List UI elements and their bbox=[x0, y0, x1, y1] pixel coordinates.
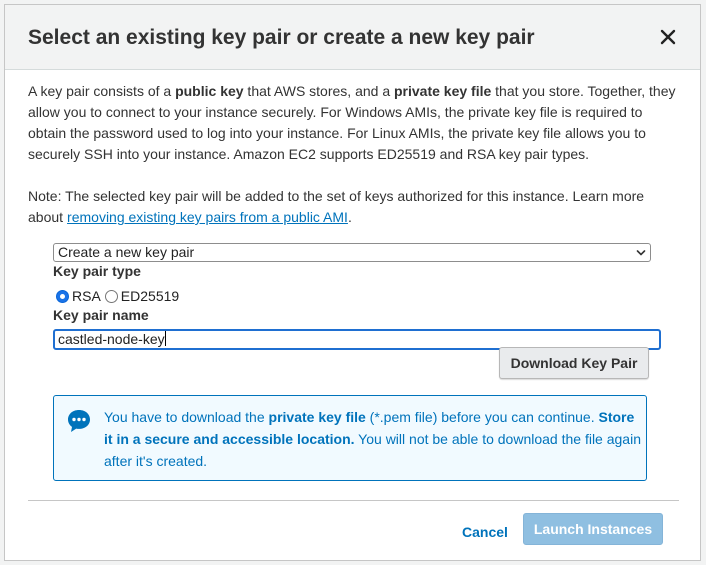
speech-bubble-icon bbox=[68, 410, 90, 432]
note-text: Note: The selected key pair will be adde… bbox=[28, 188, 645, 225]
description-text: A key pair consists of a public key that… bbox=[28, 83, 676, 162]
key-pair-name-label: Key pair name bbox=[53, 307, 149, 323]
key-pair-select[interactable]: Create a new key pair bbox=[53, 243, 651, 262]
key-pair-dialog: Select an existing key pair or create a … bbox=[4, 4, 701, 561]
footer-divider bbox=[28, 500, 679, 501]
info-message: You have to download the private key fil… bbox=[104, 409, 641, 469]
key-pair-type-radios: RSA ED25519 bbox=[56, 286, 183, 306]
chevron-down-icon bbox=[636, 250, 646, 256]
radio-rsa-label[interactable]: RSA bbox=[72, 288, 101, 304]
dialog-title: Select an existing key pair or create a … bbox=[28, 26, 535, 49]
close-icon bbox=[660, 29, 676, 45]
key-pair-name-value: castled-node-key bbox=[58, 331, 165, 347]
text-cursor bbox=[164, 331, 166, 346]
cancel-button[interactable]: Cancel bbox=[457, 517, 513, 547]
download-info-alert: You have to download the private key fil… bbox=[53, 395, 647, 481]
launch-instances-button[interactable]: Launch Instances bbox=[523, 513, 663, 545]
close-button[interactable] bbox=[658, 27, 678, 47]
radio-ed25519[interactable] bbox=[104, 289, 118, 303]
key-pair-type-label: Key pair type bbox=[53, 263, 141, 279]
radio-rsa[interactable] bbox=[56, 289, 69, 303]
download-key-pair-button[interactable]: Download Key Pair bbox=[499, 347, 649, 379]
dialog-body: A key pair consists of a public key that… bbox=[28, 81, 680, 228]
dialog-header: Select an existing key pair or create a … bbox=[5, 5, 700, 70]
radio-ed25519-label[interactable]: ED25519 bbox=[121, 288, 179, 304]
remove-key-pairs-link[interactable]: removing existing key pairs from a publi… bbox=[67, 209, 348, 225]
key-pair-select-value: Create a new key pair bbox=[58, 244, 195, 260]
